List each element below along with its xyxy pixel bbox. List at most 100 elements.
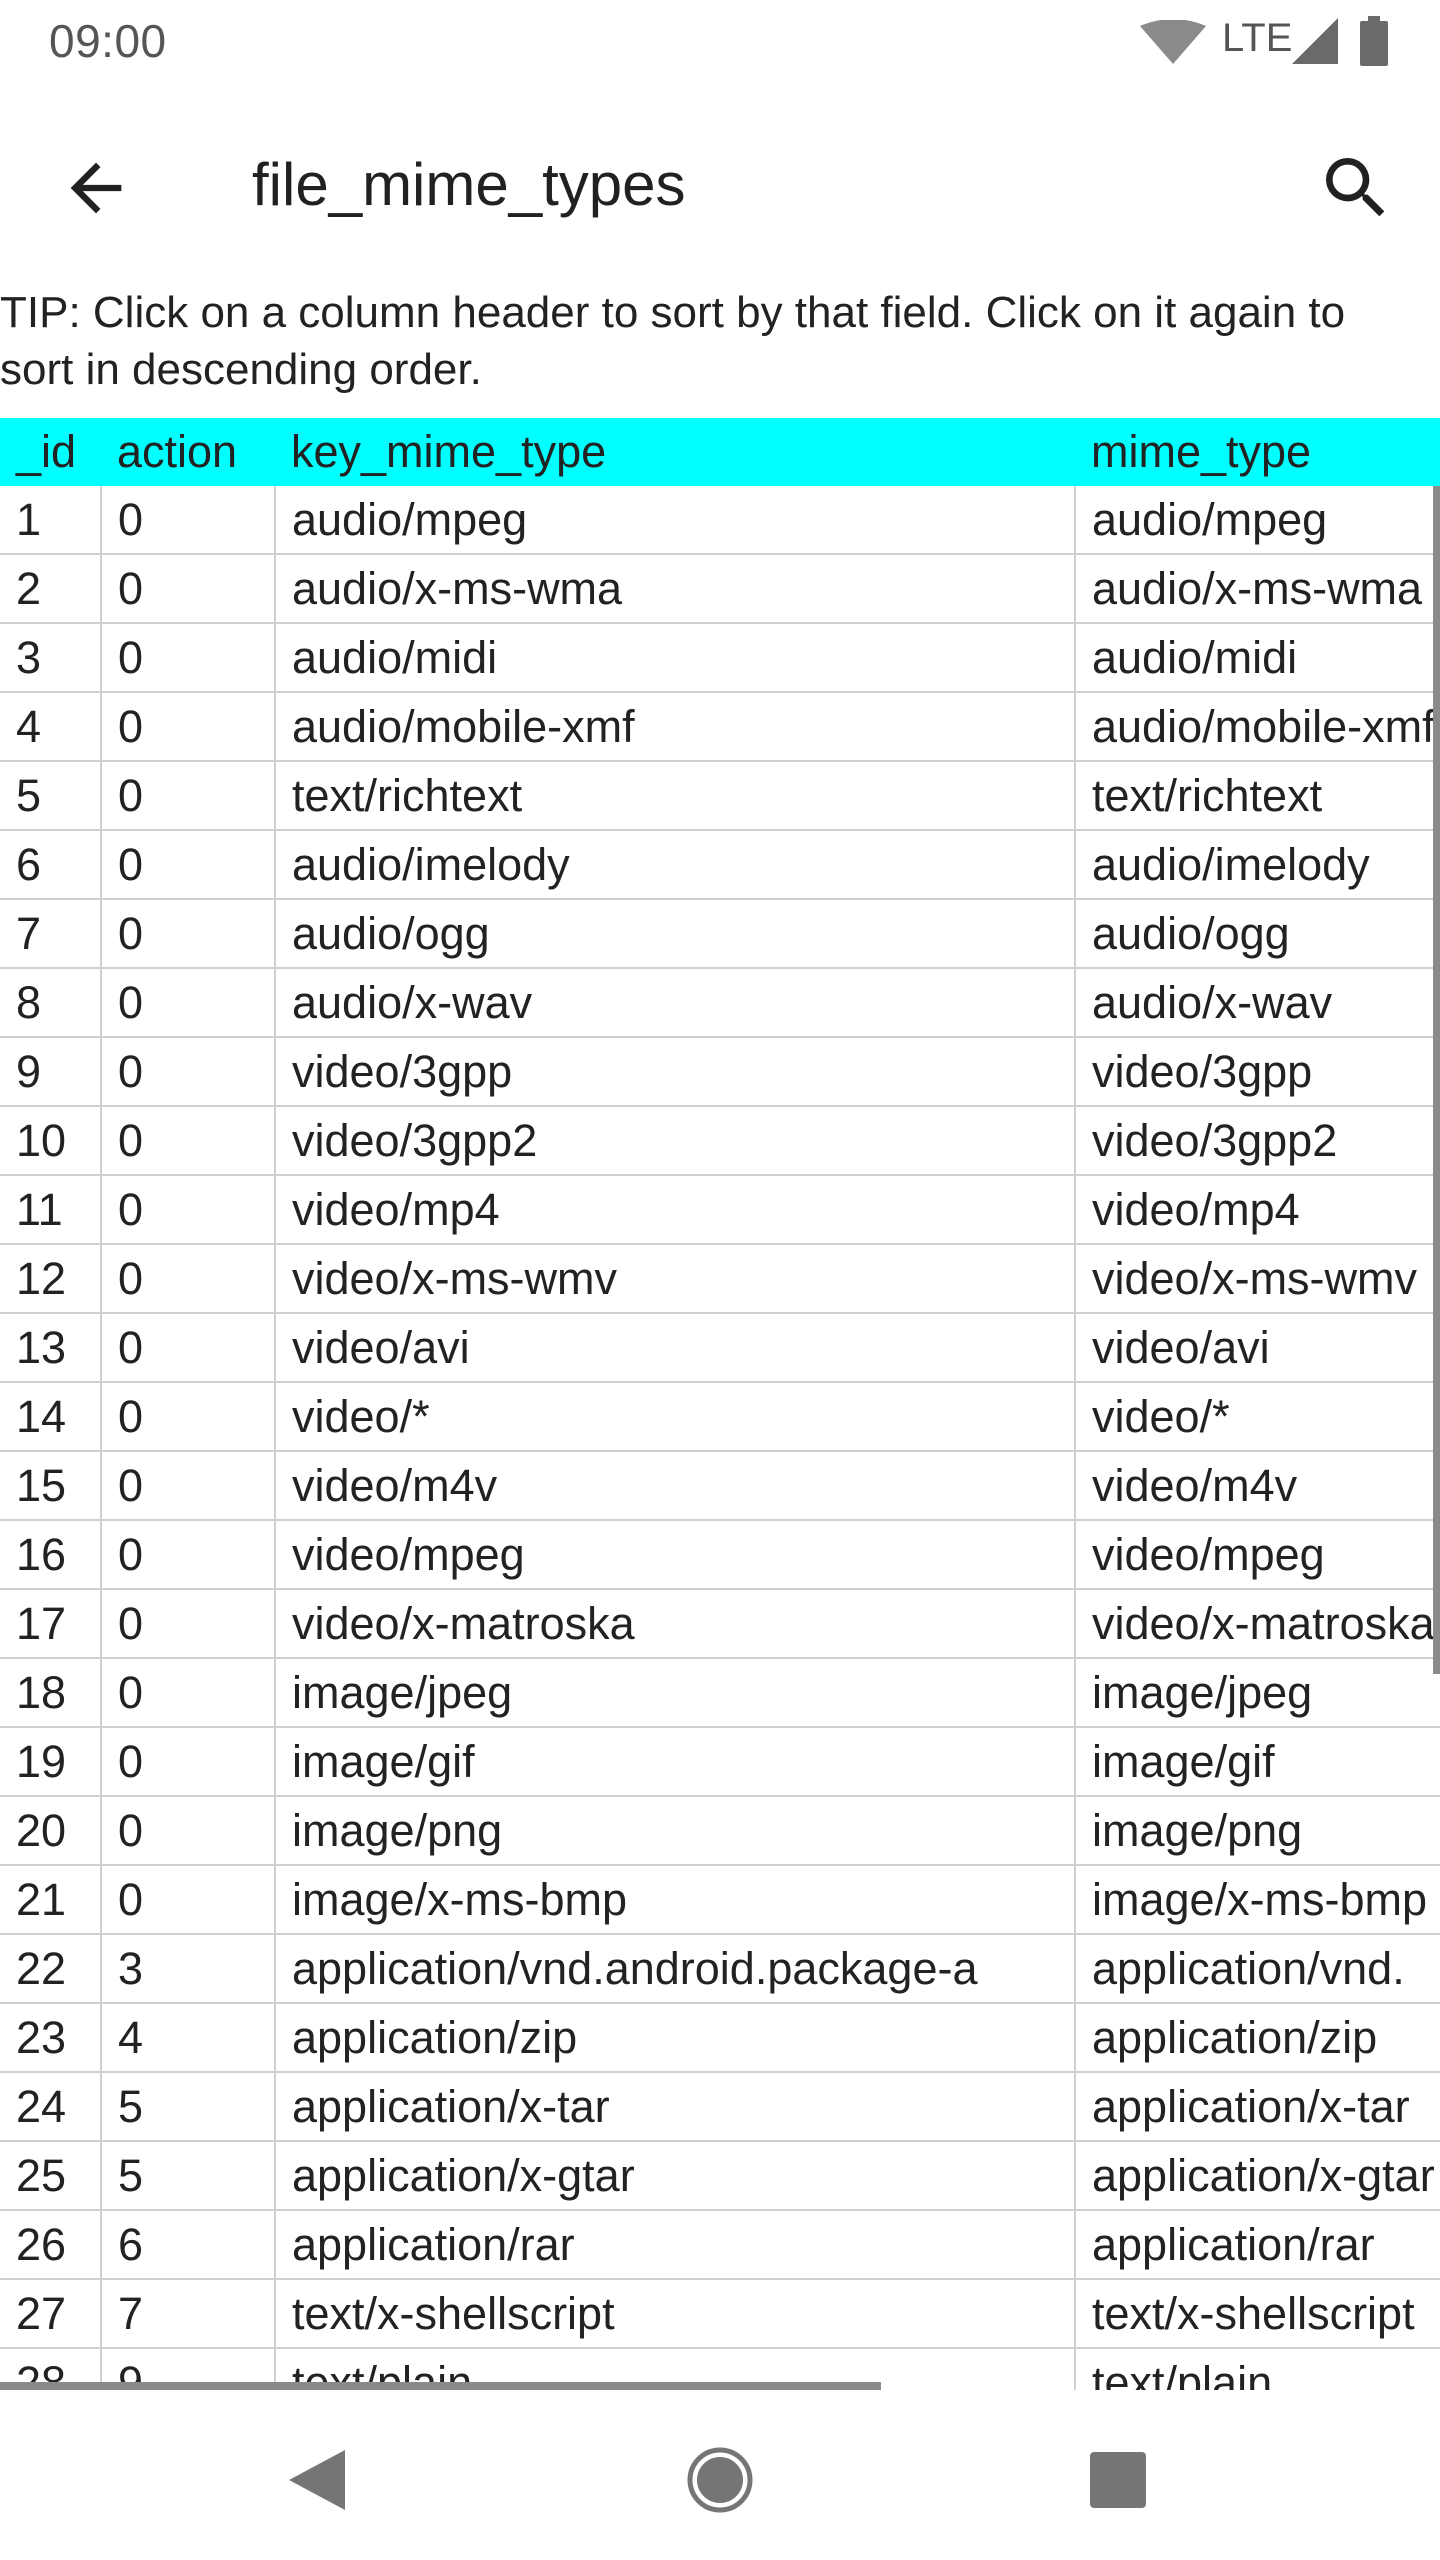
cell-mime-type[interactable]: text/richtext xyxy=(1075,761,1440,831)
cell-mime-type[interactable]: image/x-ms-bmp xyxy=(1075,1865,1440,1935)
cell-mime-type[interactable]: video/mp4 xyxy=(1075,1175,1440,1245)
table-row[interactable]: 18 0 image/jpeg image/jpeg xyxy=(0,1658,1440,1728)
cell-id[interactable]: 15 xyxy=(0,1451,102,1521)
cell-key-mime-type[interactable]: video/avi xyxy=(275,1313,1076,1383)
cell-key-mime-type[interactable]: application/x-tar xyxy=(275,2072,1076,2142)
nav-home-icon[interactable] xyxy=(686,2446,754,2514)
cell-id[interactable]: 9 xyxy=(0,1037,102,1107)
cell-id[interactable]: 2 xyxy=(0,554,102,624)
table-row[interactable]: 10 0 video/3gpp2 video/3gpp2 xyxy=(0,1106,1440,1176)
cell-key-mime-type[interactable]: video/x-ms-wmv xyxy=(275,1244,1076,1314)
cell-action[interactable]: 0 xyxy=(101,1106,276,1176)
table-row[interactable]: 15 0 video/m4v video/m4v xyxy=(0,1451,1440,1521)
column-header-action[interactable]: action xyxy=(101,418,275,486)
cell-action[interactable]: 0 xyxy=(101,1037,276,1107)
table-row[interactable]: 14 0 video/* video/* xyxy=(0,1382,1440,1452)
cell-id[interactable]: 26 xyxy=(0,2210,102,2280)
cell-key-mime-type[interactable]: image/png xyxy=(275,1796,1076,1866)
cell-action[interactable]: 0 xyxy=(101,623,276,693)
cell-key-mime-type[interactable]: application/zip xyxy=(275,2003,1076,2073)
cell-key-mime-type[interactable]: audio/x-wav xyxy=(275,968,1076,1038)
data-table-container[interactable]: _id action key_mime_type mime_type 1 0 aud… xyxy=(0,418,1440,2390)
cell-id[interactable]: 13 xyxy=(0,1313,102,1383)
cell-id[interactable]: 23 xyxy=(0,2003,102,2073)
cell-id[interactable]: 7 xyxy=(0,899,102,969)
cell-key-mime-type[interactable]: video/3gpp xyxy=(275,1037,1076,1107)
cell-id[interactable]: 24 xyxy=(0,2072,102,2142)
cell-action[interactable]: 5 xyxy=(101,2141,276,2211)
cell-mime-type[interactable]: audio/midi xyxy=(1075,623,1440,693)
cell-action[interactable]: 0 xyxy=(101,1865,276,1935)
table-row[interactable]: 7 0 audio/ogg audio/ogg xyxy=(0,899,1440,969)
cell-id[interactable]: 6 xyxy=(0,830,102,900)
cell-action[interactable]: 3 xyxy=(101,1934,276,2004)
cell-mime-type[interactable]: audio/ogg xyxy=(1075,899,1440,969)
table-row[interactable]: 2 0 audio/x-ms-wma audio/x-ms-wma xyxy=(0,554,1440,624)
table-row[interactable]: 9 0 video/3gpp video/3gpp xyxy=(0,1037,1440,1107)
cell-key-mime-type[interactable]: video/mp4 xyxy=(275,1175,1076,1245)
cell-action[interactable]: 0 xyxy=(101,968,276,1038)
cell-action[interactable]: 0 xyxy=(101,1796,276,1866)
cell-action[interactable]: 0 xyxy=(101,761,276,831)
cell-action[interactable]: 0 xyxy=(101,1658,276,1728)
cell-id[interactable]: 8 xyxy=(0,968,102,1038)
cell-key-mime-type[interactable]: audio/mobile-xmf xyxy=(275,692,1076,762)
cell-mime-type[interactable]: video/3gpp xyxy=(1075,1037,1440,1107)
cell-action[interactable]: 6 xyxy=(101,2210,276,2280)
table-row[interactable]: 19 0 image/gif image/gif xyxy=(0,1727,1440,1797)
cell-action[interactable]: 0 xyxy=(101,486,276,555)
cell-mime-type[interactable]: application/rar xyxy=(1075,2210,1440,2280)
cell-key-mime-type[interactable]: image/jpeg xyxy=(275,1658,1076,1728)
cell-key-mime-type[interactable]: application/x-gtar xyxy=(275,2141,1076,2211)
table-row[interactable]: 16 0 video/mpeg video/mpeg xyxy=(0,1520,1440,1590)
cell-action[interactable]: 0 xyxy=(101,1382,276,1452)
cell-id[interactable]: 4 xyxy=(0,692,102,762)
cell-key-mime-type[interactable]: video/m4v xyxy=(275,1451,1076,1521)
cell-action[interactable]: 4 xyxy=(101,2003,276,2073)
table-row[interactable]: 12 0 video/x-ms-wmv video/x-ms-wmv xyxy=(0,1244,1440,1314)
table-row[interactable]: 23 4 application/zip application/zip xyxy=(0,2003,1440,2073)
cell-mime-type[interactable]: audio/imelody xyxy=(1075,830,1440,900)
cell-key-mime-type[interactable]: video/* xyxy=(275,1382,1076,1452)
cell-id[interactable]: 5 xyxy=(0,761,102,831)
cell-action[interactable]: 5 xyxy=(101,2072,276,2142)
cell-key-mime-type[interactable]: image/x-ms-bmp xyxy=(275,1865,1076,1935)
cell-key-mime-type[interactable]: video/mpeg xyxy=(275,1520,1076,1590)
cell-id[interactable]: 11 xyxy=(0,1175,102,1245)
table-row[interactable]: 27 7 text/x-shellscript text/x-shellscript xyxy=(0,2279,1440,2349)
cell-key-mime-type[interactable]: application/vnd.android.package-a xyxy=(275,1934,1076,2004)
cell-id[interactable]: 20 xyxy=(0,1796,102,1866)
cell-key-mime-type[interactable]: audio/mpeg xyxy=(275,486,1076,555)
cell-mime-type[interactable]: video/x-ms-wmv xyxy=(1075,1244,1440,1314)
cell-mime-type[interactable]: video/m4v xyxy=(1075,1451,1440,1521)
table-row[interactable]: 20 0 image/png image/png xyxy=(0,1796,1440,1866)
column-header-id[interactable]: _id xyxy=(0,418,101,486)
cell-id[interactable]: 10 xyxy=(0,1106,102,1176)
cell-id[interactable]: 19 xyxy=(0,1727,102,1797)
cell-action[interactable]: 0 xyxy=(101,1313,276,1383)
cell-mime-type[interactable]: video/avi xyxy=(1075,1313,1440,1383)
cell-id[interactable]: 12 xyxy=(0,1244,102,1314)
cell-mime-type[interactable]: audio/x-wav xyxy=(1075,968,1440,1038)
cell-action[interactable]: 0 xyxy=(101,830,276,900)
cell-mime-type[interactable]: application/x-gtar xyxy=(1075,2141,1440,2211)
cell-mime-type[interactable]: video/mpeg xyxy=(1075,1520,1440,1590)
cell-mime-type[interactable]: image/jpeg xyxy=(1075,1658,1440,1728)
table-row[interactable]: 4 0 audio/mobile-xmf audio/mobile-xmf xyxy=(0,692,1440,762)
table-row[interactable]: 3 0 audio/midi audio/midi xyxy=(0,623,1440,693)
cell-id[interactable]: 21 xyxy=(0,1865,102,1935)
cell-mime-type[interactable]: audio/mobile-xmf xyxy=(1075,692,1440,762)
cell-action[interactable]: 0 xyxy=(101,1244,276,1314)
cell-mime-type[interactable]: video/* xyxy=(1075,1382,1440,1452)
cell-key-mime-type[interactable]: audio/imelody xyxy=(275,830,1076,900)
cell-key-mime-type[interactable]: audio/x-ms-wma xyxy=(275,554,1076,624)
table-row[interactable]: 22 3 application/vnd.android.package-a appl… xyxy=(0,1934,1440,2004)
cell-key-mime-type[interactable]: audio/midi xyxy=(275,623,1076,693)
cell-action[interactable]: 0 xyxy=(101,554,276,624)
cell-mime-type[interactable]: audio/x-ms-wma xyxy=(1075,554,1440,624)
table-row[interactable]: 17 0 video/x-matroska video/x-matroska xyxy=(0,1589,1440,1659)
cell-key-mime-type[interactable]: audio/ogg xyxy=(275,899,1076,969)
cell-id[interactable]: 18 xyxy=(0,1658,102,1728)
cell-action[interactable]: 0 xyxy=(101,899,276,969)
cell-mime-type[interactable]: application/zip xyxy=(1075,2003,1440,2073)
